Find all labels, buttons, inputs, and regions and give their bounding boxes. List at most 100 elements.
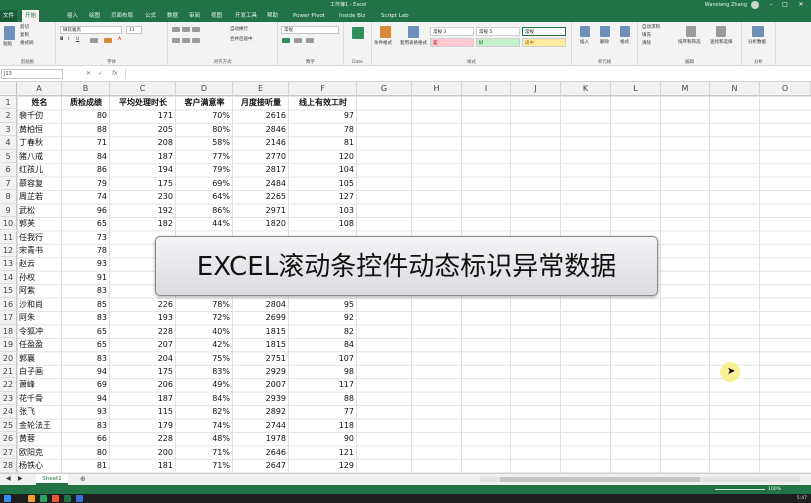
table-cell[interactable]: 84 (62, 150, 110, 163)
table-cell[interactable]: 65 (62, 325, 110, 338)
paste-button[interactable]: 粘贴 (3, 41, 12, 48)
clear-button[interactable]: 清除 (642, 40, 651, 47)
date-picker-icon[interactable] (352, 27, 364, 39)
currency-icon[interactable] (282, 38, 290, 43)
table-cell[interactable]: 65 (62, 217, 110, 230)
row-header[interactable]: 13 (0, 257, 17, 271)
table-cell[interactable]: 黄柏恒 (17, 123, 62, 136)
table-cell[interactable]: 117 (289, 378, 357, 391)
format-cells-button[interactable]: 格式 (620, 39, 629, 46)
table-cell[interactable]: 49% (176, 378, 233, 391)
table-cell[interactable]: 79% (176, 163, 233, 176)
table-cell[interactable]: 94 (62, 365, 110, 378)
style-normal[interactable]: 常规 (522, 27, 566, 36)
table-cell[interactable]: 姓名 (17, 96, 62, 109)
sort-filter-icon[interactable] (686, 26, 696, 37)
table-cell[interactable]: 71% (176, 459, 233, 472)
table-cell[interactable]: 花千骨 (17, 392, 62, 405)
row-header[interactable]: 3 (0, 122, 17, 137)
format-cells-icon[interactable] (620, 26, 630, 37)
row-header[interactable]: 22 (0, 378, 17, 392)
table-cell[interactable]: 丁春秋 (17, 136, 62, 149)
tab-data[interactable]: 数据 (164, 10, 181, 22)
fx-button[interactable]: fx (112, 69, 118, 79)
conditional-format-button[interactable]: 条件格式 (374, 40, 392, 47)
format-as-table-icon[interactable] (408, 26, 419, 38)
table-cell[interactable]: 阿朱 (17, 311, 62, 324)
table-cell[interactable]: 83 (62, 284, 110, 297)
table-cell[interactable]: 193 (110, 311, 176, 324)
row-header[interactable]: 1 (0, 96, 17, 110)
table-cell[interactable]: 44% (176, 217, 233, 230)
tab-formulas[interactable]: 公式 (142, 10, 159, 22)
table-cell[interactable]: 40% (176, 325, 233, 338)
tab-inside-biz[interactable]: Inside Biz (336, 10, 368, 22)
table-cell[interactable]: 42% (176, 338, 233, 351)
column-header[interactable]: C (110, 82, 176, 96)
table-cell[interactable]: 82 (289, 325, 357, 338)
tab-view[interactable]: 视图 (208, 10, 225, 22)
table-cell[interactable]: 91 (62, 271, 110, 284)
app-icon[interactable] (28, 495, 35, 502)
table-cell[interactable]: 71 (62, 136, 110, 149)
table-cell[interactable]: 64% (176, 190, 233, 203)
table-cell[interactable]: 1815 (233, 325, 289, 338)
font-color-icon[interactable]: A (118, 36, 121, 43)
table-cell[interactable]: 宋青书 (17, 244, 62, 257)
align-middle-icon[interactable] (182, 27, 190, 32)
table-cell[interactable]: 70% (176, 109, 233, 122)
paste-icon[interactable] (4, 26, 15, 40)
row-header[interactable]: 18 (0, 324, 17, 339)
row-header[interactable]: 2 (0, 109, 17, 123)
sheet-tab-sheet1[interactable]: Sheet1 (36, 474, 68, 485)
align-left-icon[interactable] (172, 38, 180, 43)
style-normal-5[interactable]: 常规 5 (476, 27, 520, 36)
table-cell[interactable]: 80 (62, 446, 110, 459)
table-cell[interactable]: 107 (289, 352, 357, 365)
row-header[interactable]: 16 (0, 297, 17, 312)
app-icon[interactable] (52, 495, 59, 502)
analyze-data-button[interactable]: 分析数据 (748, 39, 766, 46)
merge-center-button[interactable]: 合并后居中 (230, 36, 253, 43)
number-format-select[interactable]: 常规 (281, 26, 339, 34)
table-cell[interactable]: 任我行 (17, 231, 62, 244)
table-cell[interactable]: 187 (110, 392, 176, 405)
table-cell[interactable]: 77% (176, 150, 233, 163)
table-cell[interactable]: 48% (176, 432, 233, 445)
table-cell[interactable]: 1978 (233, 432, 289, 445)
maximize-icon[interactable]: □ (779, 0, 791, 10)
add-sheet-icon[interactable]: ⊕ (80, 475, 86, 484)
row-header[interactable]: 15 (0, 284, 17, 298)
insert-cells-icon[interactable] (580, 26, 590, 37)
table-cell[interactable]: 108 (289, 217, 357, 230)
start-icon[interactable] (4, 495, 11, 502)
table-cell[interactable]: 任盈盈 (17, 338, 62, 351)
table-cell[interactable]: 82% (176, 405, 233, 418)
table-cell[interactable]: 115 (110, 405, 176, 418)
tab-script-lab[interactable]: Script Lab (378, 10, 412, 22)
table-cell[interactable]: 猪八戒 (17, 150, 62, 163)
table-cell[interactable]: 2971 (233, 204, 289, 217)
table-cell[interactable]: 78% (176, 298, 233, 311)
scrollbar-thumb[interactable] (500, 477, 700, 482)
table-cell[interactable]: 裴千仞 (17, 109, 62, 122)
row-header[interactable]: 27 (0, 445, 17, 460)
tab-power-pivot[interactable]: Power Pivot (290, 10, 328, 22)
column-header[interactable]: N (710, 82, 760, 96)
table-cell[interactable]: 104 (289, 163, 357, 176)
table-cell[interactable]: 71% (176, 446, 233, 459)
italic-icon[interactable]: I (68, 36, 69, 43)
style-normal-3[interactable]: 常规 3 (430, 27, 474, 36)
column-header[interactable]: E (233, 82, 289, 96)
table-cell[interactable]: 阿紫 (17, 284, 62, 297)
conditional-format-icon[interactable] (380, 26, 391, 38)
column-header[interactable]: A (17, 82, 62, 96)
row-header[interactable]: 14 (0, 270, 17, 285)
sort-filter-button[interactable]: 排序和筛选 (678, 39, 701, 46)
table-cell[interactable]: 2804 (233, 298, 289, 311)
table-cell[interactable]: 121 (289, 446, 357, 459)
table-cell[interactable]: 2770 (233, 150, 289, 163)
bold-icon[interactable]: B (60, 36, 63, 43)
table-cell[interactable]: 69 (62, 378, 110, 391)
row-header[interactable]: 19 (0, 338, 17, 352)
